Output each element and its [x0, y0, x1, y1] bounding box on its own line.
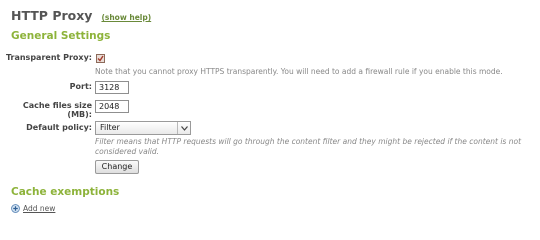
transparent-proxy-label: Transparent Proxy: [5, 53, 92, 62]
default-policy-select[interactable]: Filter [95, 121, 191, 135]
cache-size-input[interactable] [95, 100, 129, 113]
transparent-proxy-note: Note that you cannot proxy HTTPS transpa… [95, 67, 503, 76]
page-header: HTTP Proxy (show help) [11, 8, 151, 23]
add-new-row[interactable]: Add new [11, 204, 55, 213]
default-policy-note-line1: Filter means that HTTP requests will go … [95, 137, 522, 146]
transparent-proxy-checkbox[interactable] [96, 54, 105, 63]
port-input[interactable] [95, 81, 129, 94]
cache-exemptions-title: Cache exemptions [11, 186, 120, 198]
default-policy-label: Default policy: [26, 123, 92, 132]
port-label: Port: [69, 82, 92, 91]
default-policy-note: Filter means that HTTP requests will go … [95, 137, 535, 157]
show-help-link[interactable]: (show help) [101, 13, 151, 22]
change-button[interactable]: Change [95, 160, 139, 174]
chevron-down-icon [177, 122, 190, 134]
page-title: HTTP Proxy [11, 8, 93, 23]
check-icon [97, 55, 104, 62]
default-policy-note-line2: considered valid. [95, 147, 160, 156]
add-new-link[interactable]: Add new [23, 204, 55, 213]
default-policy-value: Filter [100, 123, 120, 132]
general-settings-title: General Settings [11, 30, 111, 42]
add-icon[interactable] [11, 204, 20, 213]
cache-size-label: Cache files size (MB): [22, 101, 92, 119]
